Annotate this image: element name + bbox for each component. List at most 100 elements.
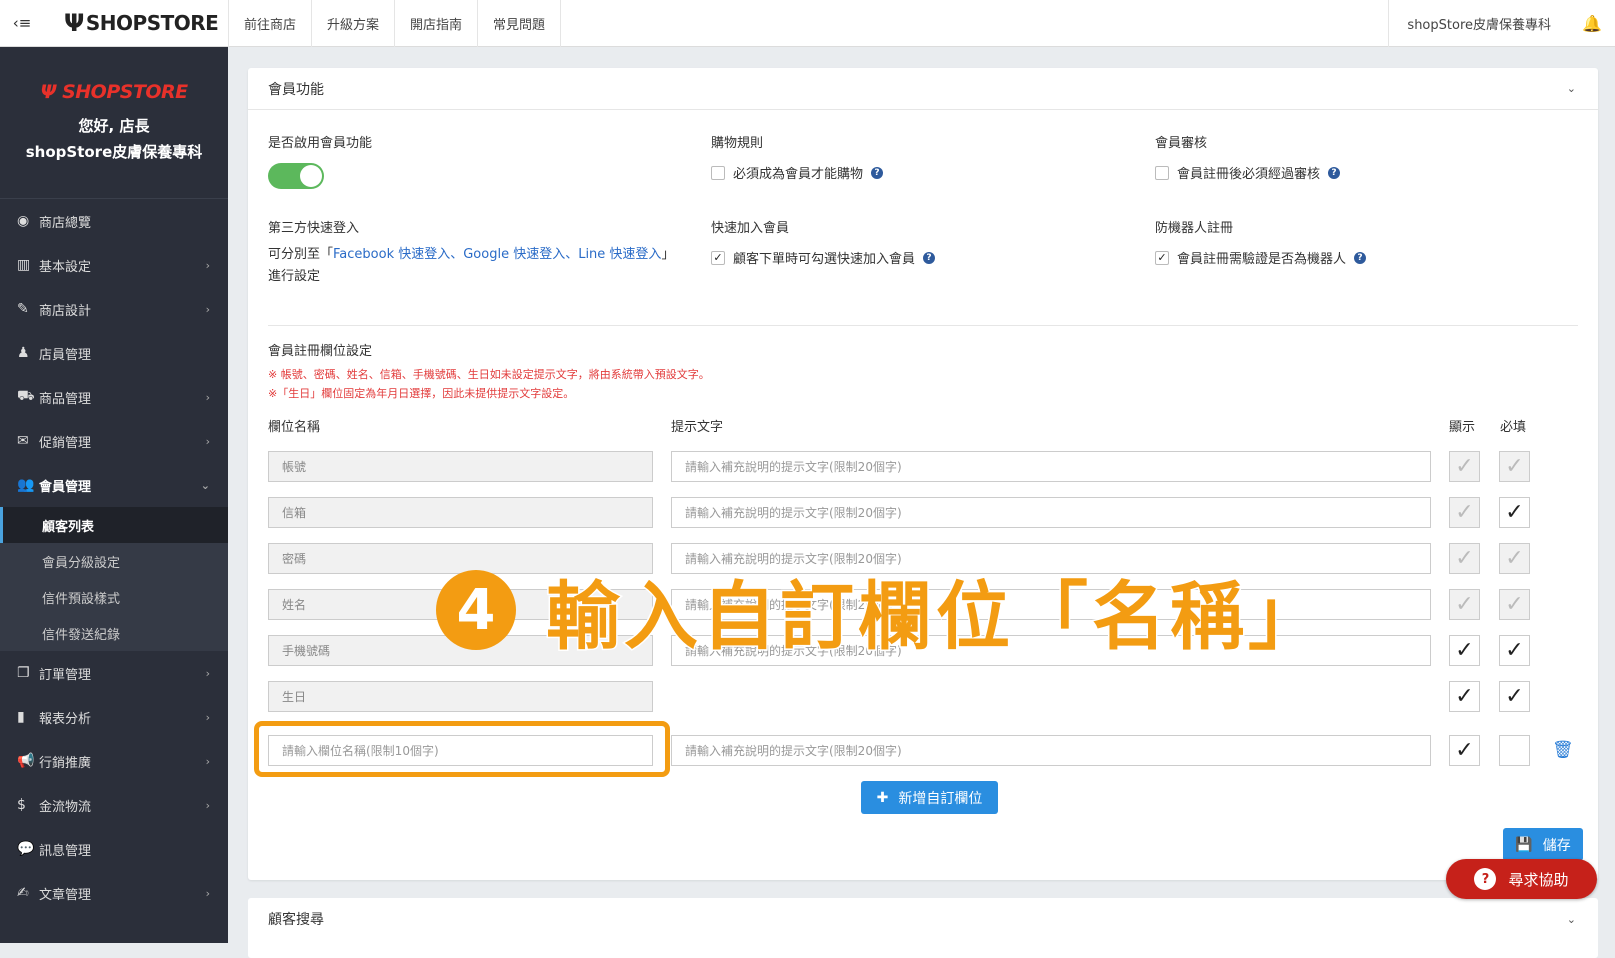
divider [268,325,1578,326]
chat-icon: 💬 [17,841,35,857]
registration-fields-title: 會員註冊欄位設定 [268,344,373,359]
greeting: 您好, 店長 [78,116,150,135]
sidebar-logo: Ψ SHOPSTORE [40,80,188,103]
third-party-login-link[interactable]: Facebook 快速登入、Google 快速登入、Line 快速登入 [333,247,661,262]
column-show: 顯示 [1449,420,1476,435]
field-hint-input[interactable]: 請輸入補充說明的提示文字(限制20個字) [671,497,1431,528]
chevron-down-icon[interactable]: ⌄ [1567,82,1576,95]
quick-join-checkbox[interactable]: ✓ [711,250,725,265]
bar-chart-icon: ▮ [17,709,25,725]
sidebar-item-payment-logistics[interactable]: $ 金流物流 › [0,783,228,827]
quick-join-group: 快速加入會員 ✓ 顧客下單時可勾選快速加入會員? [711,217,936,267]
sidebar-item-staff[interactable]: ♟ 店員管理 [0,331,228,375]
sidebar-item-promotions[interactable]: ✉ 促銷管理 › [0,419,228,463]
step-number-badge: 4 [436,570,516,650]
customer-search-header[interactable]: 顧客搜尋 ⌄ [248,898,1598,940]
nav-store-guide[interactable]: 開店指南 [395,0,479,47]
chevron-right-icon: › [205,302,210,316]
get-help-button[interactable]: ? 尋求協助 [1446,859,1597,899]
submenu-mail-templates[interactable]: 信件預設樣式 [0,579,228,615]
field-hint-input[interactable]: 請輸入補充說明的提示文字(限制20個字) [671,451,1431,482]
edit-icon: ✍ [17,885,29,901]
chevron-right-icon: › [205,258,210,272]
shopstore-logo[interactable]: Ψ SHOPSTORE [44,0,228,47]
column-required: 必填 [1500,420,1527,435]
third-party-login-desc: 可分別至「Facebook 快速登入、Google 快速登入、Line 快速登入… [268,247,675,284]
question-icon[interactable]: ? [1328,166,1341,179]
field-required-checkbox[interactable]: ✓ [1499,635,1530,666]
save-icon: 💾 [1515,836,1533,853]
users-icon: 👥 [17,477,35,493]
quick-join-text: 顧客下單時可勾選快速加入會員 [733,252,916,267]
chevron-right-icon: › [205,390,210,404]
add-custom-field-button[interactable]: ✚ 新增自訂欄位 [861,781,998,814]
member-review-group: 會員審核 會員註冊後必須經過審核? [1155,132,1341,182]
sidebar-item-orders[interactable]: ❐ 訂單管理 › [0,651,228,695]
members-only-checkbox[interactable] [711,165,725,180]
step-highlight-box [254,721,670,777]
customer-search-panel: 顧客搜尋 ⌄ [248,898,1598,958]
sidebar-item-store-design[interactable]: ✎ 商店設計 › [0,287,228,331]
collapse-menu-icon[interactable]: ‹≡ [0,0,44,47]
nav-upgrade-plan[interactable]: 升級方案 [312,0,396,47]
magic-wand-icon: ✎ [17,301,29,317]
nav-faq[interactable]: 常見問題 [478,0,562,47]
members-only-text: 必須成為會員才能購物 [733,167,864,182]
anti-bot-group: 防機器人註冊 ✓ 會員註冊需驗證是否為機器人? [1155,217,1367,267]
submenu-member-levels[interactable]: 會員分級設定 [0,543,228,579]
sidebar-item-articles[interactable]: ✍ 文章管理 › [0,871,228,915]
sidebar-item-marketing[interactable]: 📢 行銷推廣 › [0,739,228,783]
save-button[interactable]: 💾 儲存 [1503,828,1583,861]
sidebar-item-basic-settings[interactable]: ▥ 基本設定 › [0,243,228,287]
sidebar-brand: Ψ SHOPSTORE 您好, 店長 shopStore皮膚保養專科 [0,47,228,199]
enable-members-label: 是否啟用會員功能 [268,136,373,151]
question-icon[interactable]: ? [871,166,884,179]
chevron-right-icon: › [205,886,210,900]
submenu-customer-list[interactable]: 顧客列表 [0,507,228,543]
shop-name-menu[interactable]: shopStore皮膚保養專科 [1388,0,1569,47]
nav-go-to-store[interactable]: 前往商店 [229,0,313,47]
staff-icon: ♟ [17,345,30,361]
cart-icon: ⛟ [17,388,35,404]
field-show-checkbox[interactable]: ✓ [1449,681,1480,712]
gift-icon: ✉ [17,433,29,449]
note-default-text: ※ 帳號、密碼、姓名、信箱、手機號碼、生日如未設定提示文字，將由系統帶入預設文字… [268,368,710,381]
custom-field-hint-input[interactable]: 請輸入補充說明的提示文字(限制20個字) [671,735,1431,766]
top-bar: ‹≡ Ψ SHOPSTORE 前往商店 升級方案 開店指南 常見問題 shopSt… [0,0,1615,47]
question-icon[interactable]: ? [923,251,936,264]
bank-icon: ▥ [17,257,31,273]
note-birthday: ※「生日」欄位固定為年月日選擇，因此未提供提示文字設定。 [268,387,575,400]
custom-field-show-checkbox[interactable]: ✓ [1449,735,1480,766]
sidebar-item-members[interactable]: 👥 會員管理 ⌄ [0,463,228,507]
custom-field-required-checkbox[interactable] [1499,735,1530,766]
question-chat-icon: ? [1474,868,1497,890]
anti-bot-text: 會員註冊需驗證是否為機器人 [1177,252,1347,267]
field-name-readonly: 信箱 [268,497,653,528]
customer-search-title: 顧客搜尋 [268,912,324,928]
chevron-down-icon[interactable]: ⌄ [1567,913,1576,926]
panel-header[interactable]: 會員功能 ⌄ [248,68,1598,110]
bell-icon[interactable]: 🔔 [1569,0,1615,47]
trash-icon[interactable]: 🗑 [1552,740,1574,760]
column-field-name: 欄位名稱 [268,420,321,435]
chevron-right-icon: › [205,754,210,768]
third-party-login-label: 第三方快速登入 [268,221,360,236]
chevron-right-icon: › [205,798,210,812]
sidebar-item-store-overview[interactable]: ◉ 商店總覽 [0,199,228,243]
anti-bot-checkbox[interactable]: ✓ [1155,250,1169,265]
review-required-text: 會員註冊後必須經過審核 [1177,167,1321,182]
field-show-checkbox[interactable]: ✓ [1449,635,1480,666]
review-required-checkbox[interactable] [1155,165,1169,180]
field-required-checkbox[interactable]: ✓ [1499,497,1530,528]
sidebar-item-products[interactable]: ⛟ 商品管理 › [0,375,228,419]
field-required-checkbox[interactable]: ✓ [1499,681,1530,712]
enable-members-toggle[interactable] [268,163,324,189]
field-required-checkbox: ✓ [1499,543,1530,574]
field-show-checkbox: ✓ [1449,497,1480,528]
question-icon[interactable]: ? [1354,251,1367,264]
sidebar-item-reports[interactable]: ▮ 報表分析 › [0,695,228,739]
sidebar-item-messages[interactable]: 💬 訊息管理 [0,827,228,871]
quick-join-label: 快速加入會員 [711,221,790,236]
chevron-right-icon: › [205,710,210,724]
submenu-mail-log[interactable]: 信件發送紀錄 [0,615,228,651]
